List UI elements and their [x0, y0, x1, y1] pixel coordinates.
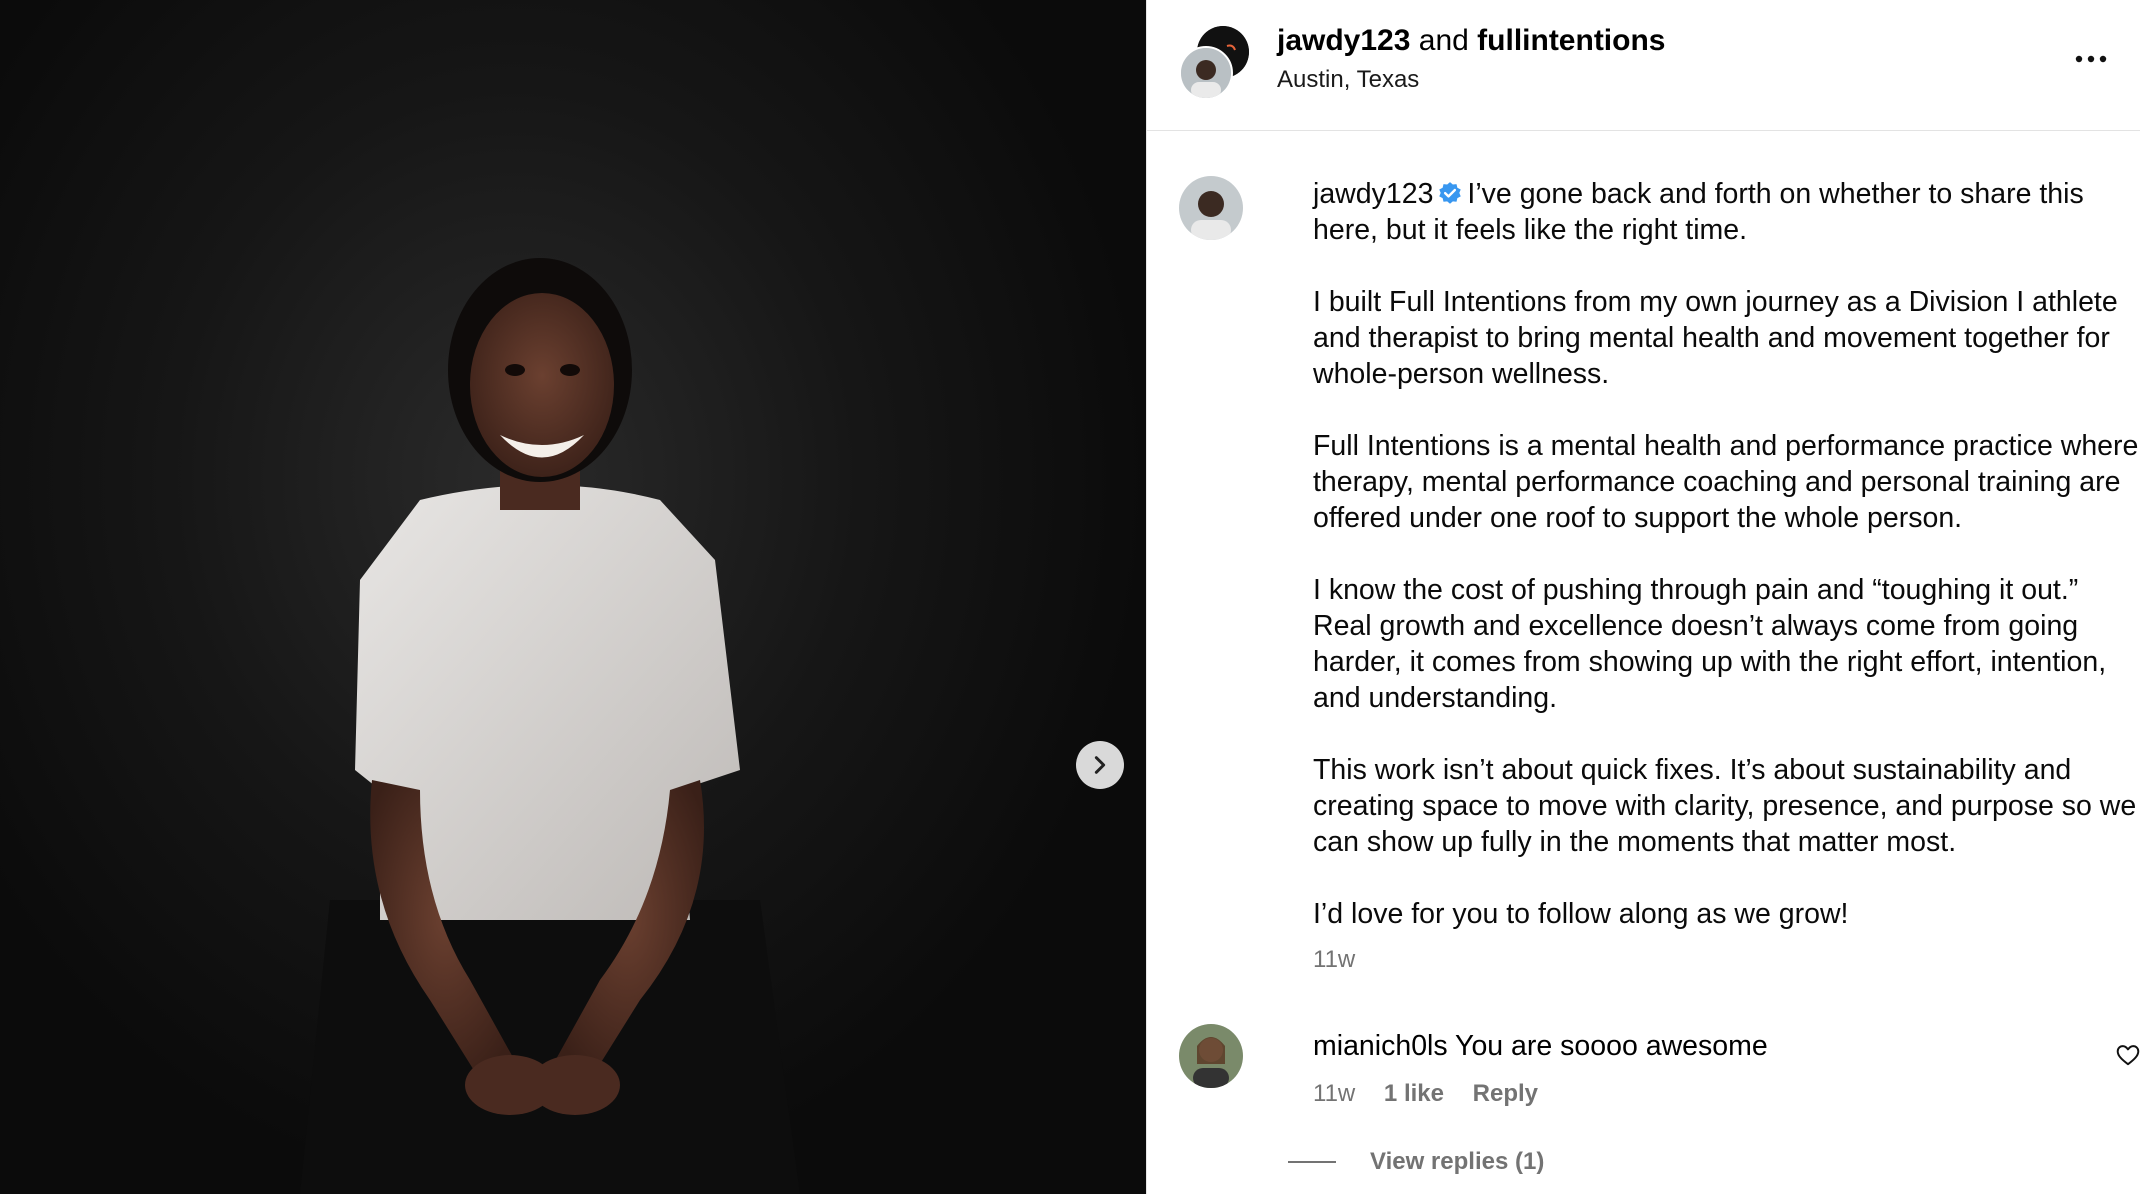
caption-timestamp[interactable]: 11w [1313, 942, 2140, 978]
comment-body: mianich0ls You are soooo awesome [1313, 1028, 1768, 1064]
post-media [0, 0, 1146, 1194]
post-header: jawdy123 and fullintentions Austin, Texa… [1147, 0, 2140, 131]
comment-likes[interactable]: 1 like [1384, 1080, 1444, 1107]
collab-joiner: and [1418, 24, 1469, 57]
more-horizontal-icon [2075, 55, 2107, 63]
caption-paragraph-1: jawdy123 I’ve gone back and forth on whet… [1313, 176, 2140, 248]
caption-paragraph-4: I know the cost of pushing through pain … [1313, 574, 2107, 714]
avatar-mianich0ls[interactable] [1179, 1024, 1243, 1088]
comment-username[interactable]: mianich0ls [1313, 1030, 1448, 1062]
post-details-panel: jawdy123 and fullintentions Austin, Texa… [1146, 0, 2140, 1194]
caption-paragraph-2: I built Full Intentions from my own jour… [1313, 286, 2118, 390]
collab-username-1[interactable]: jawdy123 [1277, 24, 1410, 57]
caption-username[interactable]: jawdy123 [1313, 178, 1433, 210]
caption-text: jawdy123 I’ve gone back and forth on whet… [1313, 176, 2140, 978]
person-icon [1179, 176, 1243, 240]
caption-paragraph-5: This work isn’t about quick fixes. It’s … [1313, 754, 2137, 858]
post-location[interactable]: Austin, Texas [1277, 66, 1419, 94]
caption-paragraph-6: I’d love for you to follow along as we g… [1313, 898, 1849, 930]
like-comment-button[interactable] [2115, 1042, 2140, 1068]
chevron-right-icon [1094, 756, 1106, 774]
view-replies-label: View replies (1) [1370, 1148, 1545, 1175]
comment-meta: 11w 1 like Reply [1313, 1080, 1560, 1108]
view-replies-button[interactable]: View replies (1) [1288, 1148, 1544, 1176]
collab-username-2[interactable]: fullintentions [1477, 24, 1665, 57]
more-options-button[interactable] [2071, 44, 2111, 74]
next-photo-button[interactable] [1076, 741, 1124, 789]
reply-button[interactable]: Reply [1473, 1080, 1538, 1107]
collab-avatars[interactable] [1179, 26, 1251, 100]
person-icon [1181, 48, 1231, 98]
post-photo [300, 258, 800, 1194]
person-icon [1179, 1024, 1243, 1088]
replies-divider-line [1288, 1161, 1336, 1163]
post-collab-title: jawdy123 and fullintentions [1277, 24, 1665, 58]
verified-badge-icon [1439, 182, 1462, 204]
caption-paragraph-3: Full Intentions is a mental health and p… [1313, 430, 2139, 534]
avatar-jawdy123-small[interactable] [1179, 46, 1233, 100]
avatar-jawdy123[interactable] [1179, 176, 1243, 240]
comment-text: You are soooo awesome [1455, 1030, 1768, 1062]
comment-timestamp[interactable]: 11w [1313, 1080, 1355, 1107]
heart-icon [2116, 1045, 2140, 1066]
